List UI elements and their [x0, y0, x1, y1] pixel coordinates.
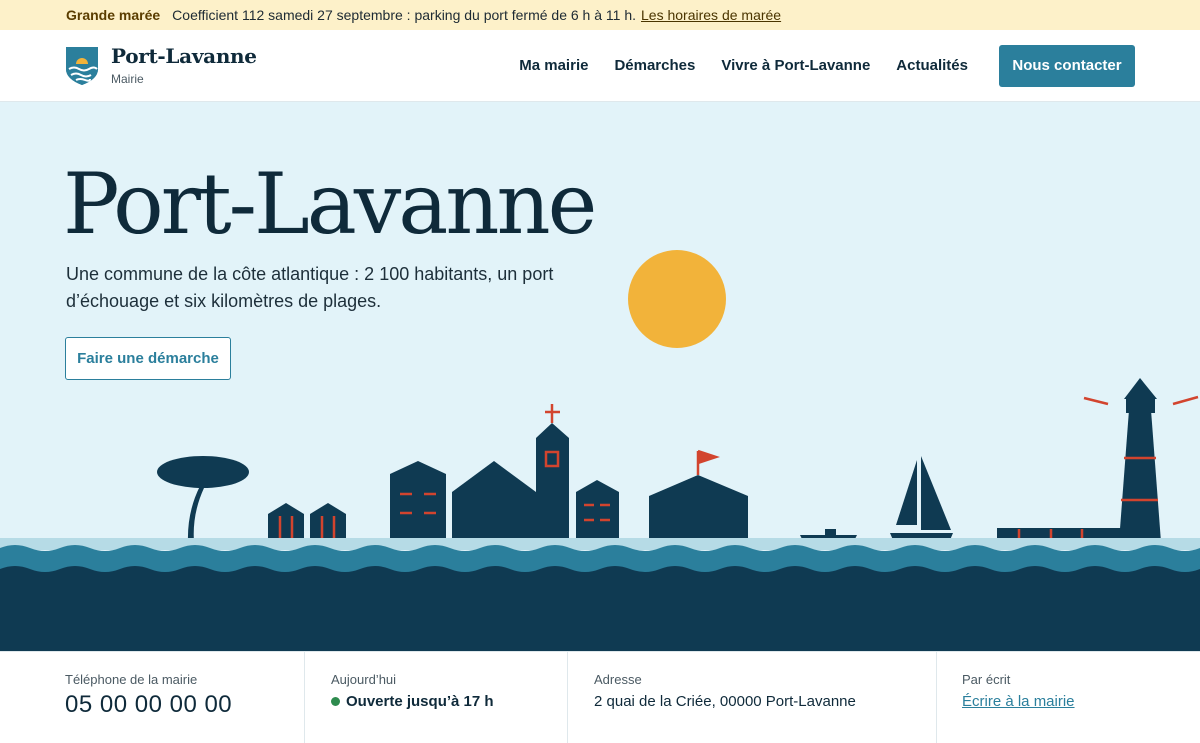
page-title: Port-Lavanne [63, 155, 597, 253]
hero-lead: Une commune de la côte atlantique : 2 10… [66, 264, 554, 311]
alert-message: Coefficient 112 samedi 27 septembre : pa… [172, 7, 637, 23]
nav-item-demarches[interactable]: Démarches [614, 57, 695, 74]
address-label: Adresse [594, 672, 642, 687]
sailboat-icon [890, 456, 953, 547]
brand-subtitle: Mairie [111, 71, 144, 86]
church-icon [536, 423, 569, 542]
mail-cell: Par écrit Écrire à la mairie [937, 652, 1200, 743]
nav-item-vivre[interactable]: Vivre à Port-Lavanne [721, 57, 870, 74]
lighthouse-icon [997, 378, 1161, 543]
deep-sea [0, 566, 1200, 651]
contact-button[interactable]: Nous contacter [999, 44, 1135, 87]
start-procedure-button[interactable]: Faire une démarche [65, 337, 231, 380]
hero-section: Port-Lavanne Une commune de la côte atla… [0, 102, 1200, 651]
tide-hours-link[interactable]: Les horaires de marée [641, 7, 781, 23]
opening-hours-cell: Aujourd’hui Ouverte jusqu’à 17 h [305, 652, 568, 743]
nav-item-actualites[interactable]: Actualités [896, 57, 968, 74]
pine-tree-icon [157, 456, 249, 542]
houses-icon [390, 461, 619, 542]
phone-number[interactable]: 05 00 00 00 00 [65, 691, 304, 719]
town-crest-icon [66, 46, 98, 85]
opening-status-text: Ouverte jusqu’à 17 h [346, 693, 494, 710]
phone-label: Téléphone de la mairie [65, 672, 198, 687]
town-hall-icon [649, 475, 748, 542]
write-to-town-hall-link[interactable]: Écrire à la mairie [962, 693, 1075, 710]
main-nav: Ma mairie Démarches Vivre à Port-Lavanne… [519, 57, 968, 74]
brand-logo-link[interactable]: Port-Lavanne Mairie [66, 43, 257, 86]
sun-icon [628, 250, 726, 348]
mail-label: Par écrit [962, 672, 1011, 687]
nav-item-ma-mairie[interactable]: Ma mairie [519, 57, 588, 74]
alert-tag: Grande marée [66, 7, 161, 23]
phone-cell: Téléphone de la mairie 05 00 00 00 00 [0, 652, 305, 743]
alert-banner: Grande marée Coefficient 112 samedi 27 s… [0, 0, 1200, 30]
status-open-dot-icon [331, 697, 340, 706]
contact-info-bar: Téléphone de la mairie 05 00 00 00 00 Au… [0, 651, 1200, 743]
opening-status: Ouverte jusqu’à 17 h [331, 693, 567, 710]
address-cell: Adresse 2 quai de la Criée, 00000 Port-L… [568, 652, 937, 743]
brand-name: Port-Lavanne [111, 43, 257, 68]
address-value: 2 quai de la Criée, 00000 Port-Lavanne [594, 693, 856, 710]
today-label: Aujourd’hui [331, 672, 397, 687]
site-header: Port-Lavanne Mairie Ma mairie Démarches … [0, 30, 1200, 102]
